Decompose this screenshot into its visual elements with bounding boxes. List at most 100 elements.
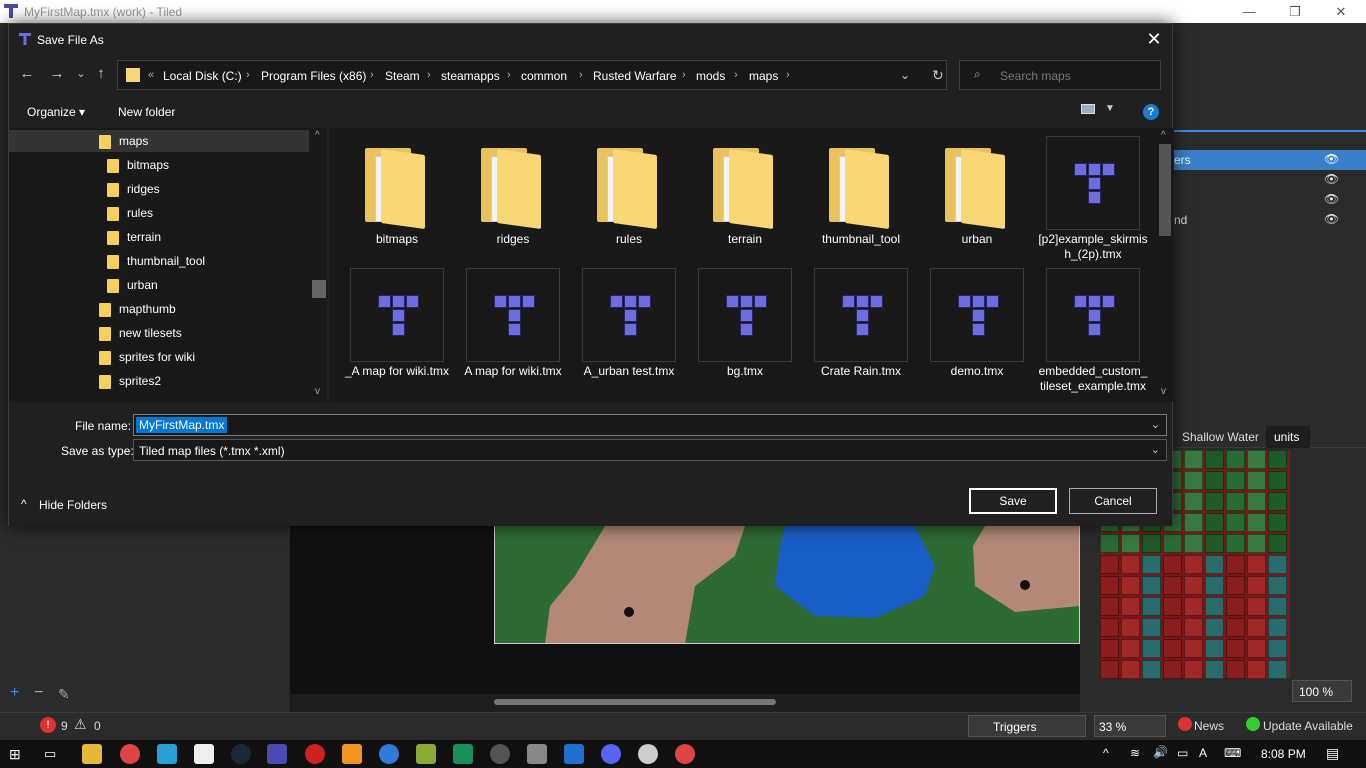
tileset-tile[interactable] [1205, 597, 1224, 616]
tree-item[interactable]: rules [9, 202, 309, 224]
tileset-tile[interactable] [1184, 597, 1203, 616]
tileset-tile[interactable] [1142, 534, 1161, 553]
tileset-tile[interactable] [1205, 618, 1224, 637]
tileset-tile[interactable] [1163, 576, 1182, 595]
opera-icon[interactable] [305, 744, 325, 764]
tileset-tile[interactable] [1268, 618, 1287, 637]
tileset-tile[interactable] [1226, 639, 1245, 658]
search-input[interactable]: ⌕ Search maps [959, 60, 1161, 90]
chevron-down-icon[interactable]: ⌄ [1151, 443, 1160, 456]
file-explorer-icon[interactable] [82, 744, 102, 764]
close-dialog-button[interactable]: ✕ [1142, 27, 1166, 51]
sublime-icon[interactable] [342, 744, 362, 764]
scroll-up-icon[interactable]: ^ [1161, 130, 1166, 141]
tileset-tile[interactable] [1205, 513, 1224, 532]
app-a-icon[interactable] [157, 744, 177, 764]
tileset-tile[interactable] [1121, 639, 1140, 658]
eye-icon[interactable]: 👁 [1324, 192, 1339, 206]
tileset-zoom-select[interactable]: 100 % [1292, 680, 1352, 702]
tileset-tile[interactable] [1184, 492, 1203, 511]
tileset-tile[interactable] [1142, 576, 1161, 595]
tree-item[interactable]: terrain [9, 226, 309, 248]
tileset-tile[interactable] [1184, 513, 1203, 532]
tmx-file-item[interactable]: Crate Rain.tmx [805, 268, 917, 398]
tree-item[interactable]: sprites2 [9, 370, 309, 392]
tileset-tile[interactable] [1100, 555, 1119, 574]
save-button[interactable]: Save [969, 488, 1057, 514]
notification-icon[interactable]: ▤ [1326, 745, 1339, 762]
scroll-up-icon[interactable]: ^ [315, 130, 320, 141]
tree-item[interactable]: sprites for wiki [9, 346, 309, 368]
tileset-tile[interactable] [1205, 450, 1224, 469]
tileset-tile[interactable] [1247, 471, 1266, 490]
cancel-button[interactable]: Cancel [1069, 488, 1157, 514]
tileset-tile[interactable] [1184, 660, 1203, 679]
chevron-down-icon[interactable]: ▼ [1105, 103, 1115, 114]
vscode-icon[interactable] [564, 744, 584, 764]
save-type-select[interactable]: Tiled map files (*.tmx *.xml) ⌄ [133, 439, 1167, 461]
tileset-tile[interactable] [1205, 555, 1224, 574]
tileset-tile[interactable] [1268, 555, 1287, 574]
battery-icon[interactable]: ▭ [1177, 746, 1188, 760]
tileset-tile[interactable] [1100, 639, 1119, 658]
tileset-tile[interactable] [1184, 534, 1203, 553]
folder-item[interactable]: rules [573, 136, 685, 266]
tileset-tile[interactable] [1142, 639, 1161, 658]
tileset-tile[interactable] [1163, 597, 1182, 616]
tileset-tile[interactable] [1268, 576, 1287, 595]
tileset-tile[interactable] [1184, 576, 1203, 595]
tree-item[interactable]: new tilesets [9, 322, 309, 344]
tileset-tile[interactable] [1163, 639, 1182, 658]
tileset-tile[interactable] [1121, 597, 1140, 616]
tileset-tile[interactable] [1163, 555, 1182, 574]
scroll-down-icon[interactable]: v [315, 386, 320, 397]
tree-item[interactable]: bitmaps [9, 154, 309, 176]
layer-row-selected[interactable]: ers 👁 [1174, 150, 1366, 170]
app-icon[interactable] [527, 744, 547, 764]
tileset-tile[interactable] [1247, 555, 1266, 574]
refresh-icon[interactable]: ↻ [932, 67, 944, 84]
map-hscrollbar[interactable] [290, 694, 1080, 712]
tree-item[interactable]: maps [9, 130, 309, 152]
layer-select[interactable]: Triggers [968, 715, 1086, 737]
tileset-tile[interactable] [1247, 576, 1266, 595]
chrome-icon[interactable] [675, 744, 695, 764]
tree-item[interactable]: ridges [9, 178, 309, 200]
tileset-tile[interactable] [1100, 576, 1119, 595]
folder-item[interactable]: terrain [689, 136, 801, 266]
news-icon[interactable] [1178, 717, 1192, 731]
back-arrow-icon[interactable]: ← [17, 64, 37, 84]
tmx-file-item[interactable]: A_urban test.tmx [573, 268, 685, 398]
files-scrollbar[interactable]: ^ v [1157, 128, 1173, 402]
tmx-file-item[interactable]: bg.tmx [689, 268, 801, 398]
chevron-down-icon[interactable]: ⌄ [1151, 418, 1160, 431]
tileset-tile[interactable] [1100, 597, 1119, 616]
remove-icon[interactable]: − [34, 684, 43, 702]
clock[interactable]: 8:08 PM [1261, 747, 1306, 761]
chrome-icon[interactable] [120, 744, 140, 764]
pencil-icon[interactable]: ✎ [58, 686, 70, 703]
tileset-tile[interactable] [1121, 660, 1140, 679]
tileset-tile[interactable] [1205, 492, 1224, 511]
add-icon[interactable]: + [10, 684, 19, 702]
warning-icon[interactable]: ⚠ [74, 716, 87, 733]
app-icon[interactable] [416, 744, 436, 764]
map-view[interactable] [494, 526, 1080, 644]
app-icon[interactable] [194, 744, 214, 764]
tileset-tile[interactable] [1268, 471, 1287, 490]
tileset-tile[interactable] [1226, 513, 1245, 532]
tmx-file-item[interactable]: _A map for wiki.tmx [341, 268, 453, 398]
tileset-tile[interactable] [1226, 534, 1245, 553]
tileset-tile[interactable] [1268, 597, 1287, 616]
help-icon[interactable]: ? [1143, 104, 1159, 120]
steam-icon[interactable] [231, 744, 251, 764]
folder-item[interactable]: ridges [457, 136, 569, 266]
tileset-tile[interactable] [1163, 660, 1182, 679]
close-window-button[interactable]: ✕ [1318, 0, 1364, 23]
language-icon[interactable]: A [1199, 746, 1207, 760]
tileset-tile[interactable] [1100, 618, 1119, 637]
keyboard-icon[interactable]: ⌨ [1224, 746, 1241, 760]
recent-locations-icon[interactable]: ⌄ [71, 64, 91, 84]
breadcrumb-item[interactable]: maps [749, 69, 778, 83]
tileset-tile[interactable] [1268, 660, 1287, 679]
